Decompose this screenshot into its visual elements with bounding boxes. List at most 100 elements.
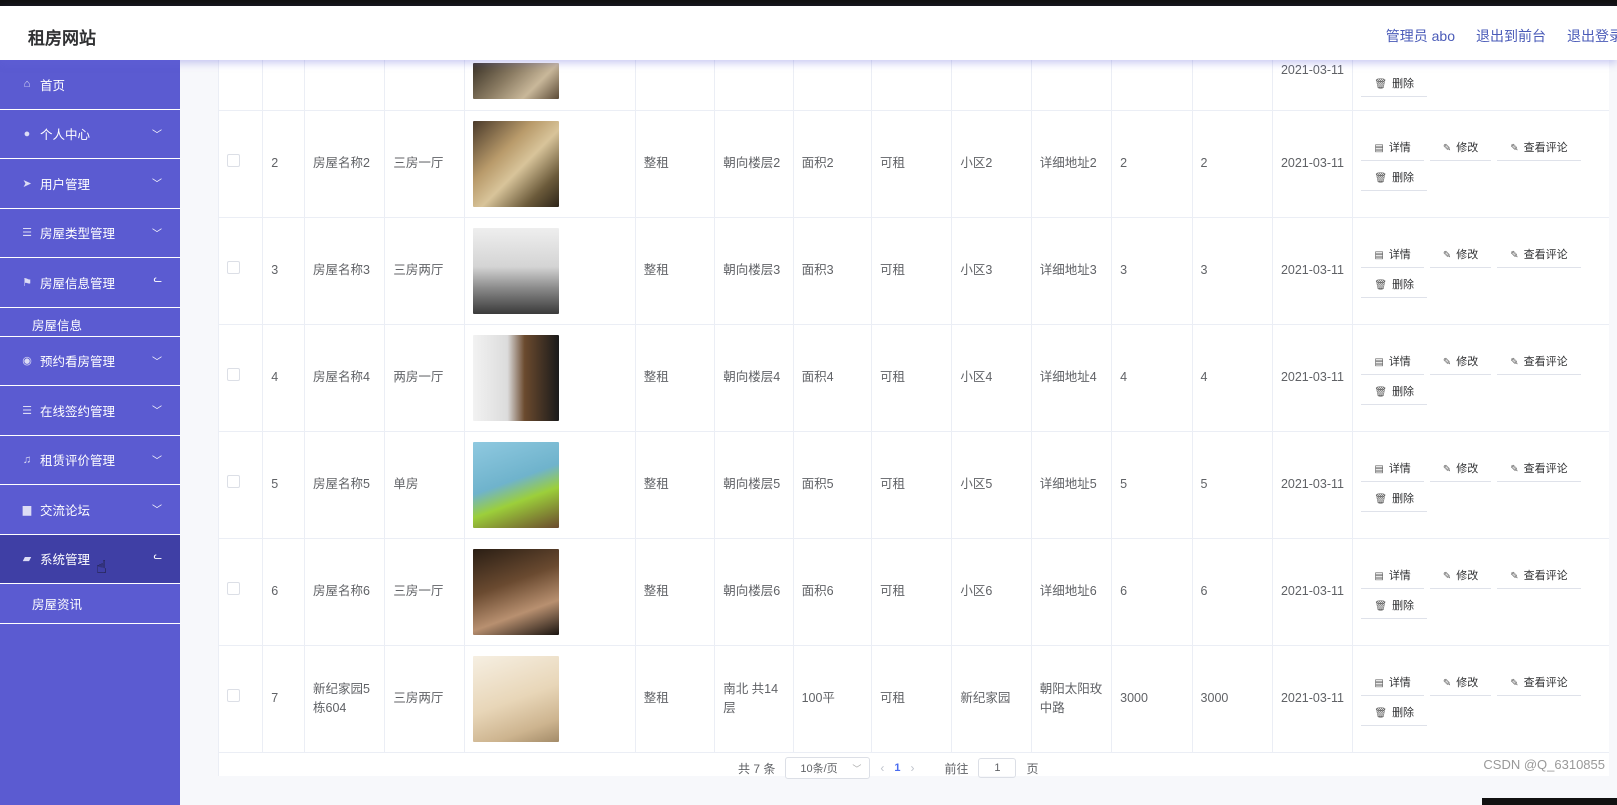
sidebar-item-label: 交流论坛 bbox=[40, 503, 91, 518]
sidebar-item-reviews[interactable]: ♫ 租赁评价管理 ﹀ bbox=[0, 436, 180, 485]
sidebar-subitem-house-info[interactable]: 房屋信息 bbox=[0, 308, 180, 337]
row-checkbox[interactable] bbox=[227, 154, 240, 167]
house-photo bbox=[472, 655, 559, 742]
sidebar-item-house-types[interactable]: ☰ 房屋类型管理 ﹀ bbox=[0, 209, 180, 258]
detail-button[interactable]: ▤ 详情 bbox=[1361, 458, 1424, 482]
edit-button[interactable]: ✎ 修改 bbox=[1429, 351, 1492, 375]
cell-status: 可租 bbox=[871, 538, 953, 646]
row-checkbox[interactable] bbox=[227, 689, 240, 702]
front-link[interactable]: 退出到前台 bbox=[1476, 26, 1546, 46]
cell-date: 2021-03-11 bbox=[1272, 538, 1354, 646]
cell-id: 7 bbox=[262, 645, 305, 753]
detail-button[interactable]: ▤ 详情 bbox=[1361, 137, 1424, 161]
detail-button[interactable]: ▤ 详情 bbox=[1361, 672, 1424, 696]
detail-button[interactable]: ▤ 详情 bbox=[1361, 565, 1424, 589]
trash-icon: 🗑 bbox=[1374, 386, 1388, 398]
cell-id: 4 bbox=[262, 324, 305, 432]
view-comments-button[interactable]: ✎ 查看评论 bbox=[1497, 351, 1581, 375]
edit-icon: ✎ bbox=[1442, 677, 1452, 689]
house-photo bbox=[472, 62, 559, 99]
edit-icon: ✎ bbox=[1510, 142, 1519, 154]
row-checkbox[interactable] bbox=[227, 368, 240, 381]
document-icon: ▤ bbox=[1374, 356, 1384, 368]
cell-community: 小区3 bbox=[951, 217, 1032, 325]
trash-icon: 🗑 bbox=[1374, 172, 1388, 184]
row-checkbox[interactable] bbox=[227, 582, 240, 595]
sidebar-item-viewing[interactable]: ◉ 预约看房管理 ﹀ bbox=[0, 337, 180, 386]
cell-floor: 朝向楼层5 bbox=[714, 431, 794, 539]
edit-icon: ✎ bbox=[1442, 570, 1452, 582]
logout-link[interactable]: 退出登录 bbox=[1567, 26, 1617, 46]
chevron-up-icon: ᓚ bbox=[153, 274, 162, 285]
cell-deposit: 3 bbox=[1192, 217, 1273, 325]
sidebar-item-label: 房屋类型管理 bbox=[40, 227, 116, 242]
sidebar-item-system[interactable]: ▰ 系统管理 ᓚ bbox=[0, 534, 180, 584]
bulb-icon: ◉ bbox=[22, 355, 32, 368]
cell-id: 6 bbox=[262, 538, 305, 646]
sidebar-subitem-news[interactable]: 房屋资讯 bbox=[0, 584, 180, 624]
sidebar-item-forum[interactable]: ▆ 交流论坛 ﹀ bbox=[0, 485, 180, 535]
sidebar-item-label: 首页 bbox=[40, 78, 66, 93]
cell-price: 4 bbox=[1111, 324, 1193, 432]
cell-community: 小区6 bbox=[951, 538, 1032, 646]
cell-address: 详细地址3 bbox=[1031, 217, 1113, 325]
home-icon: ⌂ bbox=[23, 78, 31, 91]
document-icon: ▤ bbox=[1374, 677, 1384, 689]
sidebar-item-profile[interactable]: ● 个人中心 ﹀ bbox=[0, 110, 180, 159]
view-comments-button[interactable]: ✎ 查看评论 bbox=[1497, 458, 1581, 482]
cell-rent-type: 整租 bbox=[635, 217, 716, 325]
view-comments-button[interactable]: ✎ 查看评论 bbox=[1497, 137, 1581, 161]
row-checkbox[interactable] bbox=[227, 261, 240, 274]
cell-date: 2021-03-11 bbox=[1272, 324, 1354, 432]
sidebar-item-label: 房屋信息管理 bbox=[40, 276, 116, 291]
send-icon: ➤ bbox=[22, 177, 32, 190]
edit-button[interactable]: ✎ 修改 bbox=[1429, 565, 1492, 589]
prev-page-button[interactable]: ‹ bbox=[880, 761, 884, 775]
trash-icon: 🗑 bbox=[1374, 78, 1388, 90]
edit-icon: ✎ bbox=[1442, 142, 1452, 154]
row-checkbox[interactable] bbox=[227, 475, 240, 488]
next-page-button[interactable]: › bbox=[910, 761, 914, 775]
chevron-down-icon: ﹀ bbox=[152, 455, 162, 467]
goto-page-input[interactable]: 1 bbox=[978, 758, 1017, 778]
edit-icon: ✎ bbox=[1510, 249, 1519, 261]
edit-button[interactable]: ✎ 修改 bbox=[1429, 672, 1492, 696]
cell-price: 6 bbox=[1111, 538, 1193, 646]
delete-button[interactable]: 🗑 删除 bbox=[1361, 381, 1428, 405]
edit-icon: ✎ bbox=[1510, 463, 1519, 475]
delete-button[interactable]: 🗑 删除 bbox=[1361, 73, 1428, 97]
chevron-down-icon: ﹀ bbox=[152, 129, 162, 141]
view-comments-button[interactable]: ✎ 查看评论 bbox=[1497, 244, 1581, 268]
delete-button[interactable]: 🗑 删除 bbox=[1361, 274, 1428, 298]
house-photo bbox=[472, 120, 559, 207]
sidebar-item-label: 房屋信息 bbox=[32, 318, 83, 333]
cell-floor: 南北 共14层 bbox=[714, 645, 794, 753]
goto-label: 前往 bbox=[944, 761, 969, 776]
sidebar-item-users[interactable]: ➤ 用户管理 ﹀ bbox=[0, 159, 180, 209]
cell-area: 面积4 bbox=[793, 324, 872, 432]
view-comments-button[interactable]: ✎ 查看评论 bbox=[1497, 565, 1581, 589]
delete-button[interactable]: 🗑 删除 bbox=[1361, 488, 1428, 512]
sidebar-item-contracts[interactable]: ☰ 在线签约管理 ﹀ bbox=[0, 386, 180, 436]
sidebar-item-house-info[interactable]: ⚑ 房屋信息管理 ᓚ bbox=[0, 258, 180, 308]
house-photo bbox=[472, 548, 559, 635]
delete-button[interactable]: 🗑 删除 bbox=[1361, 595, 1428, 619]
view-comments-button[interactable]: ✎ 查看评论 bbox=[1497, 672, 1581, 696]
page-size-select[interactable]: 10条/页 ﹀ bbox=[785, 757, 871, 779]
delete-button[interactable]: 🗑 删除 bbox=[1361, 702, 1428, 726]
sidebar-item-home[interactable]: ⌂ 首页 bbox=[0, 60, 180, 110]
delete-button[interactable]: 🗑 删除 bbox=[1361, 167, 1428, 191]
edit-button[interactable]: ✎ 修改 bbox=[1429, 458, 1492, 482]
cell-floor: 朝向楼层6 bbox=[714, 538, 794, 646]
table-row: 7 新纪家园5栋604 三房两厅 整租 南北 共14层 100平 可租 新纪家园 朝阳太阳玫中路… bbox=[219, 645, 1609, 753]
cell-status: 可租 bbox=[871, 324, 953, 432]
cell-address: 详细地址6 bbox=[1031, 538, 1113, 646]
cell-layout: 单房 bbox=[384, 431, 465, 539]
current-page[interactable]: 1 bbox=[894, 762, 900, 774]
detail-button[interactable]: ▤ 详情 bbox=[1361, 351, 1424, 375]
trash-icon: 🗑 bbox=[1374, 279, 1388, 291]
detail-button[interactable]: ▤ 详情 bbox=[1361, 244, 1424, 268]
edit-button[interactable]: ✎ 修改 bbox=[1429, 244, 1492, 268]
edit-button[interactable]: ✎ 修改 bbox=[1429, 137, 1492, 161]
document-icon: ▤ bbox=[1374, 142, 1384, 154]
